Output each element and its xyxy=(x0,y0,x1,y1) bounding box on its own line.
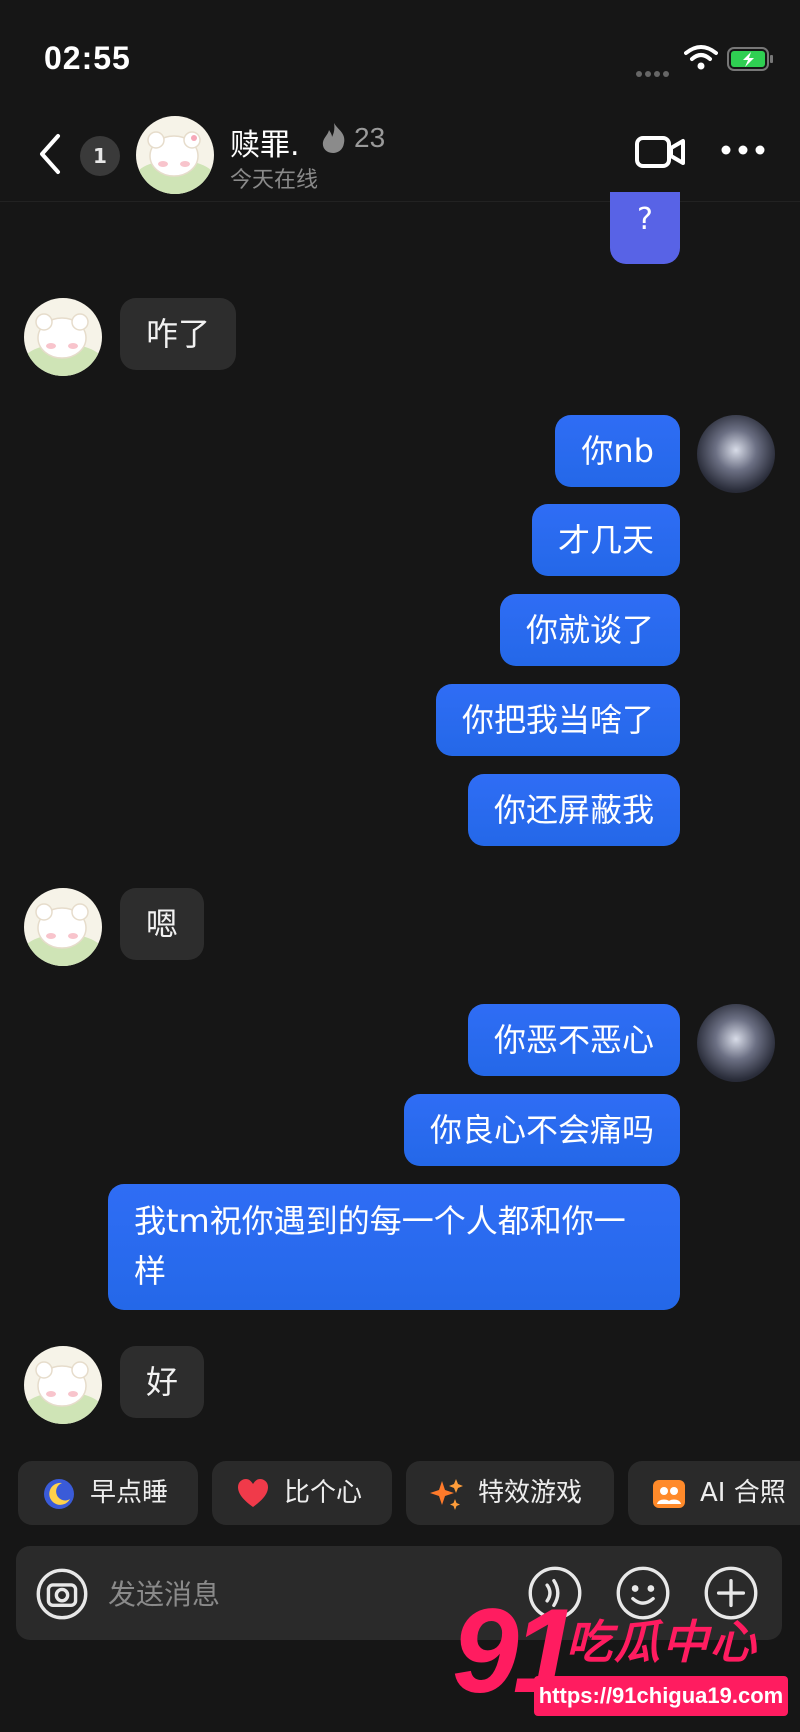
chat-header: 1 赎罪. 23 今天在线 xyxy=(0,110,800,202)
battery-charging-icon xyxy=(727,47,773,71)
message-bubble-outgoing[interactable]: 你nb xyxy=(555,415,680,487)
message-bubble-outgoing[interactable]: ? xyxy=(610,192,680,264)
message-bubble-outgoing[interactable]: 我tm祝你遇到的每一个人都和你一样 xyxy=(108,1184,680,1310)
contact-avatar[interactable] xyxy=(24,298,102,376)
status-time: 02:55 xyxy=(44,40,131,76)
contact-name: 赎罪. xyxy=(230,128,300,163)
quick-reply-label: 早点睡 xyxy=(90,1478,169,1508)
back-arrow-icon[interactable] xyxy=(30,130,70,178)
message-bubble-incoming[interactable]: 咋了 xyxy=(120,298,237,370)
quick-reply-label: AI 合照 xyxy=(700,1478,786,1508)
my-avatar[interactable] xyxy=(697,1004,775,1082)
wifi-icon xyxy=(684,45,718,70)
moon-icon xyxy=(44,1479,74,1509)
message-bubble-outgoing[interactable]: 你良心不会痛吗 xyxy=(403,1094,680,1166)
message-bubble-outgoing[interactable]: 才几天 xyxy=(531,504,680,576)
more-options-icon[interactable] xyxy=(720,140,766,160)
watermark-url: https://91chigua19.com xyxy=(534,1676,788,1716)
quick-reply-effects-game[interactable]: 特效游戏 xyxy=(406,1461,614,1525)
streak-flame-icon xyxy=(322,123,345,153)
message-bubble-incoming[interactable]: 好 xyxy=(120,1346,205,1418)
quick-reply-label: 特效游戏 xyxy=(478,1478,583,1508)
contact-avatar[interactable] xyxy=(24,1346,102,1424)
quick-reply-label: 比个心 xyxy=(284,1478,363,1508)
message-bubble-outgoing[interactable]: 你恶不恶心 xyxy=(467,1004,680,1076)
watermark-text: 吃瓜中心 xyxy=(566,1615,758,1669)
message-bubble-outgoing[interactable]: 你就谈了 xyxy=(499,594,680,666)
message-bubble-outgoing[interactable]: 你还屏蔽我 xyxy=(467,774,680,846)
unread-badge[interactable]: 1 xyxy=(80,136,120,176)
photo-icon xyxy=(653,1480,685,1508)
my-avatar[interactable] xyxy=(697,415,775,493)
quick-reply-ai-photo[interactable]: AI 合照 xyxy=(628,1461,800,1525)
video-call-icon[interactable] xyxy=(634,132,686,172)
online-status: 今天在线 xyxy=(230,168,319,193)
quick-reply-sleep[interactable]: 早点睡 xyxy=(18,1461,198,1525)
contact-avatar[interactable] xyxy=(136,116,214,194)
contact-avatar[interactable] xyxy=(24,888,102,966)
message-bubble-incoming[interactable]: 嗯 xyxy=(120,888,205,960)
camera-icon[interactable] xyxy=(36,1568,88,1620)
message-input[interactable] xyxy=(108,1572,488,1616)
watermark: 91 吃瓜中心 https://91chigua19.com xyxy=(452,1584,792,1732)
cellular-signal-icon xyxy=(636,62,672,77)
status-bar: 02:55 xyxy=(0,0,800,110)
message-bubble-outgoing[interactable]: 你把我当啥了 xyxy=(435,684,680,756)
quick-reply-heart[interactable]: 比个心 xyxy=(212,1461,392,1525)
sparkle-icon xyxy=(430,1479,463,1510)
streak-count: 23 xyxy=(354,122,386,153)
heart-icon xyxy=(238,1479,268,1507)
